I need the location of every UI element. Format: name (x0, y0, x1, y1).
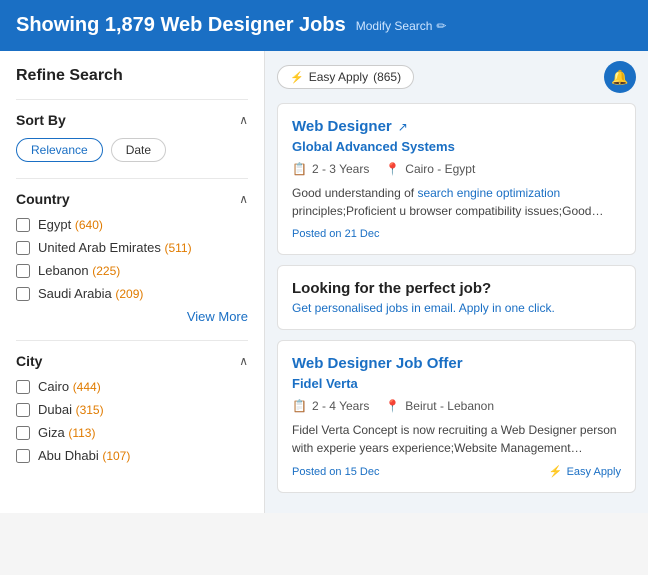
country-view-more[interactable]: View More (16, 309, 248, 324)
city-section: City ∧ Cairo (444) Dubai (315) Giza (113… (16, 340, 248, 463)
filter-bar: ⚡ Easy Apply (865) 🔔 (277, 61, 636, 93)
sort-by-section: Sort By ∧ Relevance Date (16, 99, 248, 162)
country-header: Country ∧ (16, 191, 248, 207)
promo-card: Looking for the perfect job? Get persona… (277, 265, 636, 330)
briefcase-icon-2: 📋 (292, 399, 307, 413)
experience-text-2: 2 - 4 Years (312, 399, 369, 413)
sort-by-chevron: ∧ (239, 113, 248, 127)
sort-relevance-button[interactable]: Relevance (16, 138, 103, 162)
promo-title: Looking for the perfect job? (292, 280, 621, 297)
posted-date-1: Posted on 21 Dec (292, 228, 621, 240)
easy-apply-filter[interactable]: ⚡ Easy Apply (865) (277, 65, 414, 89)
promo-link[interactable]: Get personalised jobs in email. Apply in… (292, 301, 555, 315)
checkbox-uae[interactable] (16, 241, 30, 255)
sort-date-button[interactable]: Date (111, 138, 166, 162)
sort-by-label: Sort By (16, 112, 66, 128)
filter-egypt-label: Egypt (640) (38, 217, 103, 232)
easy-apply-label: Easy Apply (309, 70, 368, 84)
experience-1: 📋 2 - 3 Years (292, 162, 369, 176)
job-title-row-1: Web Designer ↗ (292, 118, 621, 135)
notification-bell-button[interactable]: 🔔 (604, 61, 636, 93)
sidebar: Refine Search Sort By ∧ Relevance Date C… (0, 51, 265, 513)
checkbox-giza[interactable] (16, 426, 30, 440)
filter-lebanon-label: Lebanon (225) (38, 263, 120, 278)
filter-giza-label: Giza (113) (38, 425, 95, 440)
location-text-1: Cairo - Egypt (405, 162, 475, 176)
experience-2: 📋 2 - 4 Years (292, 399, 369, 413)
refine-search-title: Refine Search (16, 67, 248, 85)
main-layout: Refine Search Sort By ∧ Relevance Date C… (0, 51, 648, 513)
filter-saudi-label: Saudi Arabia (209) (38, 286, 143, 301)
briefcase-icon-1: 📋 (292, 162, 307, 176)
right-panel: ⚡ Easy Apply (865) 🔔 Web Designer ↗ Glob… (265, 51, 648, 513)
filter-dubai-label: Dubai (315) (38, 402, 104, 417)
filter-uae: United Arab Emirates (511) (16, 240, 248, 255)
location-icon-1: 📍 (385, 162, 400, 176)
job-card-1: Web Designer ↗ Global Advanced Systems 📋… (277, 103, 636, 255)
easy-apply-text-2: Easy Apply (567, 466, 621, 478)
filter-lebanon: Lebanon (225) (16, 263, 248, 278)
company-name-2: Fidel Verta (292, 376, 621, 391)
checkbox-saudi[interactable] (16, 287, 30, 301)
header: Showing 1,879 Web Designer Jobs Modify S… (0, 0, 648, 51)
lightning-icon: ⚡ (290, 71, 304, 84)
job-footer-2: Posted on 15 Dec ⚡ Easy Apply (292, 465, 621, 478)
job-title-1[interactable]: Web Designer (292, 118, 392, 135)
job-desc-2: Fidel Verta Concept is now recruiting a … (292, 421, 621, 457)
job-meta-2: 📋 2 - 4 Years 📍 Beirut - Lebanon (292, 399, 621, 413)
location-text-2: Beirut - Lebanon (405, 399, 494, 413)
checkbox-lebanon[interactable] (16, 264, 30, 278)
easy-apply-lightning-2: ⚡ (549, 465, 563, 478)
city-label: City (16, 353, 42, 369)
filter-cairo: Cairo (444) (16, 379, 248, 394)
sort-buttons: Relevance Date (16, 138, 248, 162)
filter-abudhabi: Abu Dhabi (107) (16, 448, 248, 463)
checkbox-abudhabi[interactable] (16, 449, 30, 463)
easy-apply-count: (865) (373, 70, 401, 84)
posted-date-2: Posted on 15 Dec (292, 466, 379, 478)
filter-cairo-label: Cairo (444) (38, 379, 101, 394)
city-chevron: ∧ (239, 354, 248, 368)
external-link-icon-1[interactable]: ↗ (398, 120, 408, 134)
job-desc-1: Good understanding of search engine opti… (292, 184, 621, 220)
filter-uae-label: United Arab Emirates (511) (38, 240, 192, 255)
pencil-icon: ✏ (436, 19, 446, 33)
filter-egypt: Egypt (640) (16, 217, 248, 232)
job-card-2: Web Designer Job Offer Fidel Verta 📋 2 -… (277, 340, 636, 493)
bell-icon: 🔔 (611, 69, 628, 86)
location-icon-2: 📍 (385, 399, 400, 413)
filter-dubai: Dubai (315) (16, 402, 248, 417)
experience-text-1: 2 - 3 Years (312, 162, 369, 176)
job-meta-1: 📋 2 - 3 Years 📍 Cairo - Egypt (292, 162, 621, 176)
promo-text: Get personalised jobs in email. Apply in… (292, 301, 621, 315)
country-label: Country (16, 191, 70, 207)
checkbox-dubai[interactable] (16, 403, 30, 417)
checkbox-egypt[interactable] (16, 218, 30, 232)
checkbox-cairo[interactable] (16, 380, 30, 394)
company-name-1: Global Advanced Systems (292, 139, 621, 154)
filter-saudi: Saudi Arabia (209) (16, 286, 248, 301)
job-title-row-2: Web Designer Job Offer (292, 355, 621, 372)
page-title: Showing 1,879 Web Designer Jobs (16, 14, 346, 37)
sort-by-header: Sort By ∧ (16, 112, 248, 128)
country-section: Country ∧ Egypt (640) United Arab Emirat… (16, 178, 248, 324)
filter-abudhabi-label: Abu Dhabi (107) (38, 448, 130, 463)
job-title-2[interactable]: Web Designer Job Offer (292, 355, 463, 372)
filter-giza: Giza (113) (16, 425, 248, 440)
city-header: City ∧ (16, 353, 248, 369)
location-2: 📍 Beirut - Lebanon (385, 399, 494, 413)
location-1: 📍 Cairo - Egypt (385, 162, 475, 176)
country-chevron: ∧ (239, 192, 248, 206)
modify-search-link[interactable]: Modify Search ✏ (356, 19, 447, 33)
easy-apply-tag-2: ⚡ Easy Apply (549, 465, 621, 478)
